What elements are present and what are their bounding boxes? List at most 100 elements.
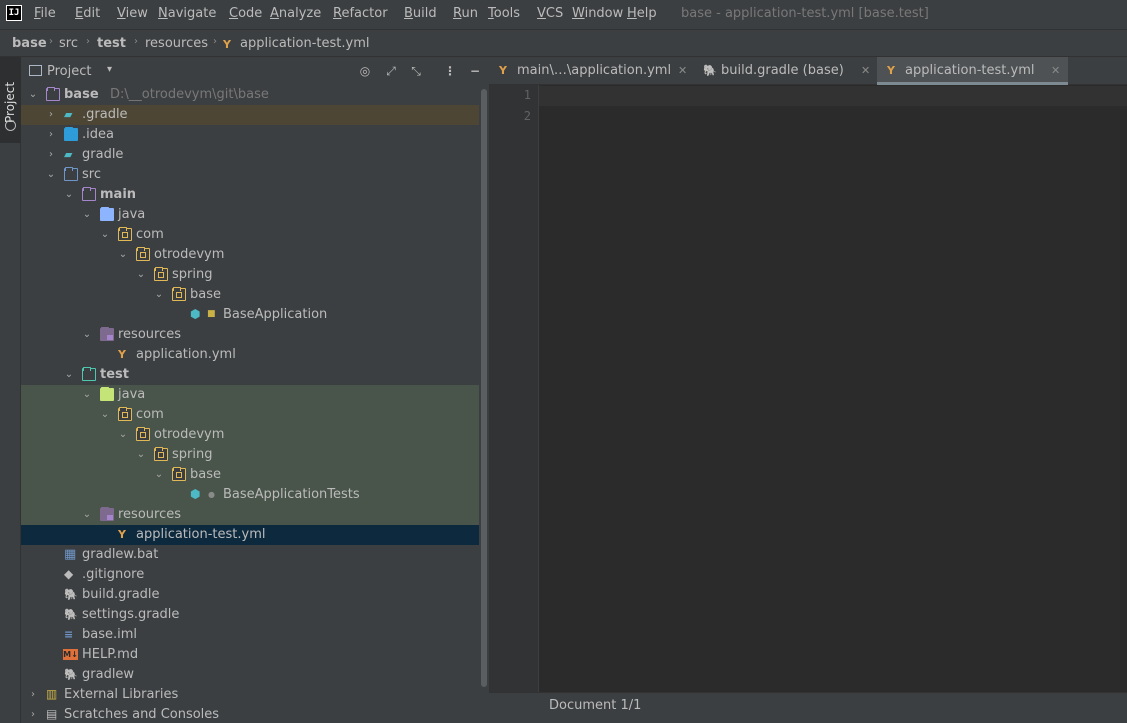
tree-item-main-java[interactable]: ⌄ java (21, 205, 488, 225)
project-view-selector[interactable]: Project (47, 64, 91, 79)
chevron-down-icon[interactable]: ⌄ (81, 328, 93, 342)
menu-view[interactable]: View (117, 6, 148, 21)
document-indicator[interactable]: Document 1/1 (549, 698, 641, 713)
tree-item-dot-gradle[interactable]: › ▰ .gradle (21, 105, 488, 125)
project-tool-button[interactable]: Project (0, 57, 21, 143)
menu-tools[interactable]: Tools (488, 6, 520, 21)
tree-item-base-application-tests[interactable]: ⬢ ● BaseApplicationTests (21, 485, 488, 505)
chevron-right-icon[interactable]: › (45, 128, 57, 142)
gradle-elephant-icon: 🐘 (64, 668, 78, 681)
menu-window[interactable]: Window (572, 6, 623, 21)
tree-item-base-application[interactable]: ⬢ ■ BaseApplication (21, 305, 488, 325)
options-menu-icon[interactable]: ⋮ (442, 63, 458, 79)
chevron-down-icon[interactable]: ⌄ (153, 288, 165, 302)
chevron-down-icon[interactable]: ⌄ (81, 508, 93, 522)
package-private-icon: ● (208, 490, 215, 499)
tree-item-gradlew-bat[interactable]: ▦ gradlew.bat (21, 545, 488, 565)
tree-item-main-spring[interactable]: ⌄ spring (21, 265, 488, 285)
chevron-right-icon[interactable]: › (45, 108, 57, 122)
chevron-down-icon[interactable]: ⌄ (63, 188, 75, 202)
locate-file-icon[interactable]: ◎ (357, 63, 373, 79)
tree-item-label: resources (118, 507, 182, 522)
chevron-right-icon[interactable]: › (45, 148, 57, 162)
chevron-down-icon[interactable]: ⌄ (153, 468, 165, 482)
chevron-down-icon[interactable]: ⌄ (117, 428, 129, 442)
tree-item-test-resources[interactable]: ⌄ resources (21, 505, 488, 525)
chevron-down-icon[interactable]: ⌄ (135, 268, 147, 282)
menu-run[interactable]: Run (453, 6, 478, 21)
tree-item-main-resources[interactable]: ⌄ resources (21, 325, 488, 345)
tree-item-gradle[interactable]: › ▰ gradle (21, 145, 488, 165)
menu-edit[interactable]: Edit (75, 6, 100, 21)
breadcrumb-test[interactable]: test (97, 36, 126, 51)
chevron-down-icon[interactable]: ⌄ (27, 88, 39, 102)
breadcrumb-file[interactable]: application-test.yml (240, 36, 369, 51)
chevron-down-icon[interactable]: ⌄ (63, 368, 75, 382)
tree-item-gradlew[interactable]: 🐘 gradlew (21, 665, 488, 685)
tree-item-label: base (190, 467, 221, 482)
tree-item-test-java[interactable]: ⌄ java (21, 385, 488, 405)
lock-icon: ■ (207, 309, 216, 319)
chevron-down-icon[interactable]: ⌄ (99, 408, 111, 422)
tree-item-test[interactable]: ⌄ test (21, 365, 488, 385)
chevron-right-icon[interactable]: › (27, 688, 39, 702)
tree-item-application-test-yml[interactable]: Y application-test.yml (21, 525, 488, 545)
chevron-down-icon[interactable]: ⌄ (135, 448, 147, 462)
tree-item-test-spring[interactable]: ⌄ spring (21, 445, 488, 465)
close-icon[interactable]: ✕ (861, 64, 870, 77)
tab-application-test-yml[interactable]: Y application-test.yml ✕ (877, 57, 1068, 85)
editor-area[interactable]: 1 2 (489, 85, 1127, 692)
close-icon[interactable]: ✕ (678, 64, 687, 77)
tree-item-main[interactable]: ⌄ main (21, 185, 488, 205)
breadcrumb-src[interactable]: src (59, 36, 78, 51)
collapse-all-icon[interactable]: ⤡ (408, 63, 424, 79)
menu-help[interactable]: Help (627, 6, 657, 21)
package-icon (118, 227, 132, 241)
tree-item-external-libraries[interactable]: › ▥ External Libraries (21, 685, 488, 705)
menu-navigate[interactable]: Navigate (158, 6, 216, 21)
tree-item-base-root[interactable]: ⌄ base D:\__otrodevym\git\base (21, 85, 488, 105)
package-icon (154, 267, 168, 281)
tree-item-application-yml[interactable]: Y application.yml (21, 345, 488, 365)
tree-item-src[interactable]: ⌄ src (21, 165, 488, 185)
menu-refactor[interactable]: Refactor (333, 6, 388, 21)
tree-item-help-md[interactable]: M↓ HELP.md (21, 645, 488, 665)
tree-item-base-iml[interactable]: ≡ base.iml (21, 625, 488, 645)
tree-item-test-com[interactable]: ⌄ com (21, 405, 488, 425)
tree-item-idea[interactable]: › .idea (21, 125, 488, 145)
tree-item-build-gradle[interactable]: 🐘 build.gradle (21, 585, 488, 605)
minimize-icon[interactable]: − (467, 63, 483, 79)
menu-code[interactable]: Code (229, 6, 262, 21)
chevron-down-icon[interactable]: ▾ (107, 64, 112, 75)
menu-build[interactable]: Build (404, 6, 437, 21)
chevron-down-icon[interactable]: ⌄ (81, 388, 93, 402)
tree-scrollbar-thumb[interactable] (481, 89, 487, 687)
tree-item-main-otrodevym[interactable]: ⌄ otrodevym (21, 245, 488, 265)
app-logo-icon[interactable]: IJ (6, 5, 22, 21)
tree-item-main-base-pkg[interactable]: ⌄ base (21, 285, 488, 305)
tree-item-gitignore[interactable]: ◆ .gitignore (21, 565, 488, 585)
breadcrumb-base[interactable]: base (12, 36, 47, 51)
tab-build-gradle[interactable]: 🐘 build.gradle (base) ✕ (693, 57, 877, 84)
tree-item-label: gradle (82, 147, 124, 162)
expand-all-icon[interactable]: ⤢ (383, 63, 399, 79)
tree-item-scratches[interactable]: › ▤ Scratches and Consoles (21, 705, 488, 723)
tree-item-main-com[interactable]: ⌄ com (21, 225, 488, 245)
menu-analyze[interactable]: Analyze (270, 6, 321, 21)
tree-item-test-otrodevym[interactable]: ⌄ otrodevym (21, 425, 488, 445)
chevron-down-icon[interactable]: ⌄ (81, 208, 93, 222)
caret-line-highlight (539, 86, 1127, 106)
chevron-down-icon[interactable]: ⌄ (45, 168, 57, 182)
chevron-right-icon[interactable]: › (27, 708, 39, 722)
tab-main-application-yml[interactable]: Y main\…\application.yml ✕ (489, 57, 691, 84)
tree-item-settings-gradle[interactable]: 🐘 settings.gradle (21, 605, 488, 625)
close-icon[interactable]: ✕ (1051, 64, 1060, 77)
tree-item-test-base-pkg[interactable]: ⌄ base (21, 465, 488, 485)
tree-scrollbar[interactable] (479, 85, 488, 723)
chevron-down-icon[interactable]: ⌄ (99, 228, 111, 242)
breadcrumb-resources[interactable]: resources (145, 36, 208, 51)
menu-vcs[interactable]: VCS (537, 6, 563, 21)
tree-item-path: D:\__otrodevym\git\base (110, 87, 269, 102)
chevron-down-icon[interactable]: ⌄ (117, 248, 129, 262)
menu-file[interactable]: File (34, 6, 56, 21)
